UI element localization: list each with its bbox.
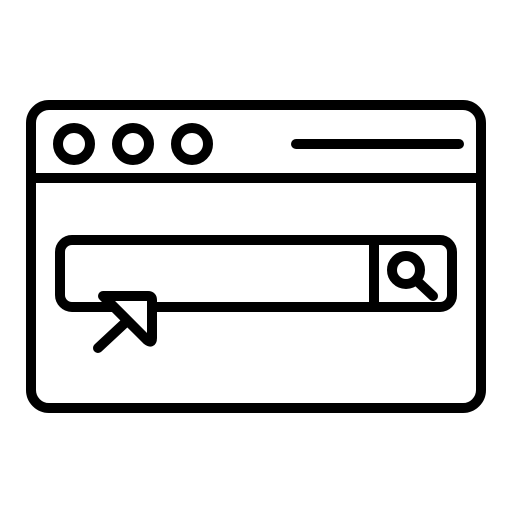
magnifier-handle [412,276,438,301]
browser-search-icon [0,0,512,512]
cursor-arrow-icon [93,291,157,353]
window-control-dot-1 [53,123,95,165]
cursor-arrow-shaft [93,316,132,353]
window-control-dot-2 [112,123,154,165]
browser-search-illustration [26,100,486,413]
window-control-dot-3 [171,123,213,165]
